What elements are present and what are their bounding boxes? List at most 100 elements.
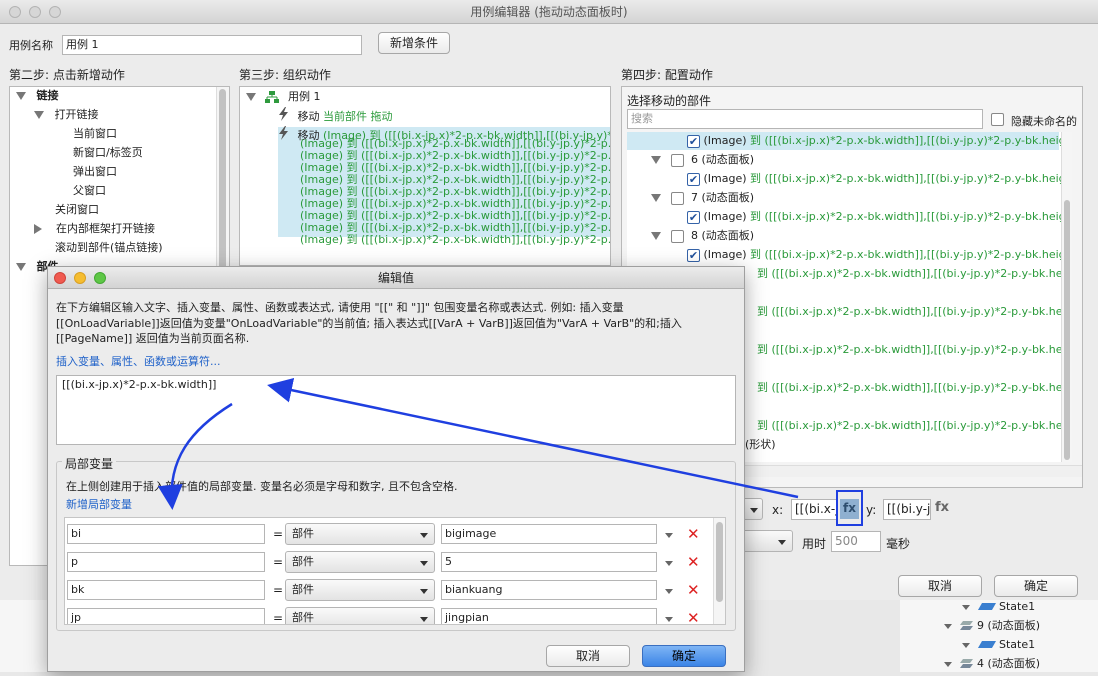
- tree-item-open-link[interactable]: 打开链接: [34, 106, 99, 124]
- duration-input[interactable]: 500: [831, 531, 881, 552]
- local-var-type-select[interactable]: 部件: [285, 607, 435, 624]
- tree-item-links[interactable]: 链接: [16, 87, 59, 105]
- hide-unnamed-checkbox[interactable]: [991, 113, 1004, 126]
- case-name-input[interactable]: 用例 1: [62, 35, 362, 55]
- widget-list-scrollbar[interactable]: [1061, 132, 1072, 462]
- tree-item-open-in-frame[interactable]: 在内部框架打开链接: [34, 220, 155, 238]
- widget-row-image[interactable]: ✔ (Image) 到 ([[(bi.x-jp.x)*2-p.x-bk.widt…: [627, 208, 1072, 226]
- local-var-target-dropdown-icon[interactable]: [665, 589, 673, 594]
- partial-expr: 到 ([[(bi.x-jp.x)*2-p.x-bk.width]],[[(bi.…: [757, 343, 1072, 356]
- x-value-input[interactable]: [[(bi.x-j: [791, 499, 837, 520]
- dialog-close-button[interactable]: [54, 272, 66, 284]
- main-ok-button[interactable]: 确定: [994, 575, 1078, 597]
- scroll-thumb[interactable]: [1064, 200, 1070, 460]
- easing-select-tail[interactable]: [745, 530, 793, 552]
- local-vars-scrollbar[interactable]: [713, 518, 725, 624]
- chevron-down-icon[interactable]: [944, 623, 952, 629]
- bg-tree-panel9[interactable]: 9 (动态面板): [944, 617, 1040, 635]
- move-type-select-tail[interactable]: [745, 498, 763, 520]
- tree-item-close-window[interactable]: 关闭窗口: [55, 201, 99, 219]
- widget-row-panel[interactable]: 7 (动态面板): [627, 189, 1059, 207]
- widget-search-input[interactable]: 搜索: [627, 109, 983, 129]
- local-var-name-input[interactable]: p: [67, 552, 265, 572]
- y-fx-button[interactable]: fx: [935, 500, 949, 515]
- local-var-row: bk = 部件 biankuang ✕: [65, 578, 711, 604]
- chevron-down-icon[interactable]: [34, 111, 44, 119]
- chevron-down-icon[interactable]: [651, 194, 661, 202]
- chevron-down-icon[interactable]: [962, 642, 970, 648]
- tree-item-new-window[interactable]: 新窗口/标签页: [73, 144, 143, 162]
- chevron-down-icon[interactable]: [944, 661, 952, 667]
- partial-expr: 到 ([[(bi.x-jp.x)*2-p.x-bk.width]],[[(bi.…: [757, 419, 1072, 432]
- add-local-variable-link[interactable]: 新增局部变量: [66, 496, 132, 512]
- zoom-window-button[interactable]: [49, 6, 61, 18]
- case-node[interactable]: 用例 1: [246, 88, 321, 106]
- x-fx-button[interactable]: fx: [840, 499, 859, 519]
- local-var-target-input[interactable]: 5: [441, 552, 657, 572]
- local-var-target-dropdown-icon[interactable]: [665, 533, 673, 538]
- dialog-ok-button[interactable]: 确定: [642, 645, 726, 667]
- action-move-drag[interactable]: 移动 当前部件 拖动: [278, 107, 393, 125]
- add-condition-button[interactable]: 新增条件: [378, 32, 450, 54]
- value-editor-textarea[interactable]: [[(bi.x-jp.x)*2-p.x-bk.width]]: [56, 375, 736, 445]
- window-title: 用例编辑器 (拖动动态面板时): [470, 5, 628, 19]
- tree-item-current-window[interactable]: 当前窗口: [73, 125, 117, 143]
- local-var-target-input[interactable]: jingpian: [441, 608, 657, 624]
- delete-variable-icon[interactable]: ✕: [687, 555, 700, 570]
- main-cancel-button[interactable]: 取消: [898, 575, 982, 597]
- dialog-cancel-button[interactable]: 取消: [546, 645, 630, 667]
- delete-variable-icon[interactable]: ✕: [687, 583, 700, 598]
- chevron-down-icon[interactable]: [651, 156, 661, 164]
- lightning-icon: [278, 107, 290, 127]
- chevron-right-icon[interactable]: [34, 224, 42, 234]
- tree-item-popup[interactable]: 弹出窗口: [73, 163, 117, 181]
- dialog-minimize-button[interactable]: [74, 272, 86, 284]
- scroll-thumb[interactable]: [219, 89, 226, 289]
- delete-variable-icon[interactable]: ✕: [687, 527, 700, 542]
- bg-tree-state1-a[interactable]: State1: [962, 598, 1035, 616]
- insert-variable-link[interactable]: 插入变量、属性、函数或运算符...: [56, 353, 221, 369]
- minimize-window-button[interactable]: [29, 6, 41, 18]
- widget-checkbox[interactable]: ✔: [687, 172, 700, 186]
- chevron-down-icon[interactable]: [246, 93, 256, 101]
- local-var-type-select[interactable]: 部件: [285, 523, 435, 545]
- scroll-thumb[interactable]: [716, 522, 723, 602]
- chevron-down-icon[interactable]: [962, 604, 970, 610]
- local-var-target-dropdown-icon[interactable]: [665, 561, 673, 566]
- widget-checkbox[interactable]: [670, 153, 684, 167]
- chevron-down-icon[interactable]: [651, 232, 661, 240]
- local-var-type-select[interactable]: 部件: [285, 551, 435, 573]
- widget-row-image[interactable]: ✔ (Image) 到 ([[(bi.x-jp.x)*2-p.x-bk.widt…: [627, 132, 1072, 150]
- widget-row-image[interactable]: ✔ (Image) 到 ([[(bi.x-jp.x)*2-p.x-bk.widt…: [627, 170, 1072, 188]
- widget-checkbox[interactable]: [670, 229, 684, 243]
- bg-tree-state1-b[interactable]: State1: [962, 636, 1035, 654]
- widget-row-panel[interactable]: 6 (动态面板): [627, 151, 1059, 169]
- local-var-type-select[interactable]: 部件: [285, 579, 435, 601]
- local-var-name-input[interactable]: bk: [67, 580, 265, 600]
- close-window-button[interactable]: [9, 6, 21, 18]
- partial-expr: 到 ([[(bi.x-jp.x)*2-p.x-bk.width]],[[(bi.…: [757, 381, 1072, 394]
- y-value-input[interactable]: [[(bi.y-j: [883, 499, 931, 520]
- chevron-down-icon[interactable]: [16, 263, 26, 271]
- lightning-icon: [278, 126, 290, 146]
- widget-checkbox[interactable]: [670, 191, 684, 205]
- local-var-target-dropdown-icon[interactable]: [665, 617, 673, 622]
- chevron-down-icon: [420, 533, 428, 538]
- bg-tree-panel4[interactable]: 4 (动态面板): [944, 655, 1040, 673]
- delete-variable-icon[interactable]: ✕: [687, 611, 700, 625]
- local-var-target-input[interactable]: biankuang: [441, 580, 657, 600]
- widget-checkbox[interactable]: ✔: [687, 210, 700, 224]
- widget-checkbox[interactable]: ✔: [687, 248, 700, 262]
- widget-row-image[interactable]: ✔ (Image) 到 ([[(bi.x-jp.x)*2-p.x-bk.widt…: [627, 246, 1072, 264]
- action-move-images[interactable]: 移动 (Image) 到 ([[(bi.x-jp.x)*2-p.x-bk.wid…: [278, 126, 610, 246]
- tree-item-scroll-to[interactable]: 滚动到部件(锚点链接): [55, 239, 163, 257]
- local-var-name-input[interactable]: bi: [67, 524, 265, 544]
- chevron-down-icon[interactable]: [16, 92, 26, 100]
- local-var-target-input[interactable]: bigimage: [441, 524, 657, 544]
- dialog-zoom-button[interactable]: [94, 272, 106, 284]
- panel-label: 8 (动态面板): [691, 229, 755, 242]
- local-var-name-input[interactable]: jp: [67, 608, 265, 624]
- widget-row-panel[interactable]: 8 (动态面板): [627, 227, 1059, 245]
- tree-item-parent-window[interactable]: 父窗口: [73, 182, 106, 200]
- widget-checkbox[interactable]: ✔: [687, 134, 700, 148]
